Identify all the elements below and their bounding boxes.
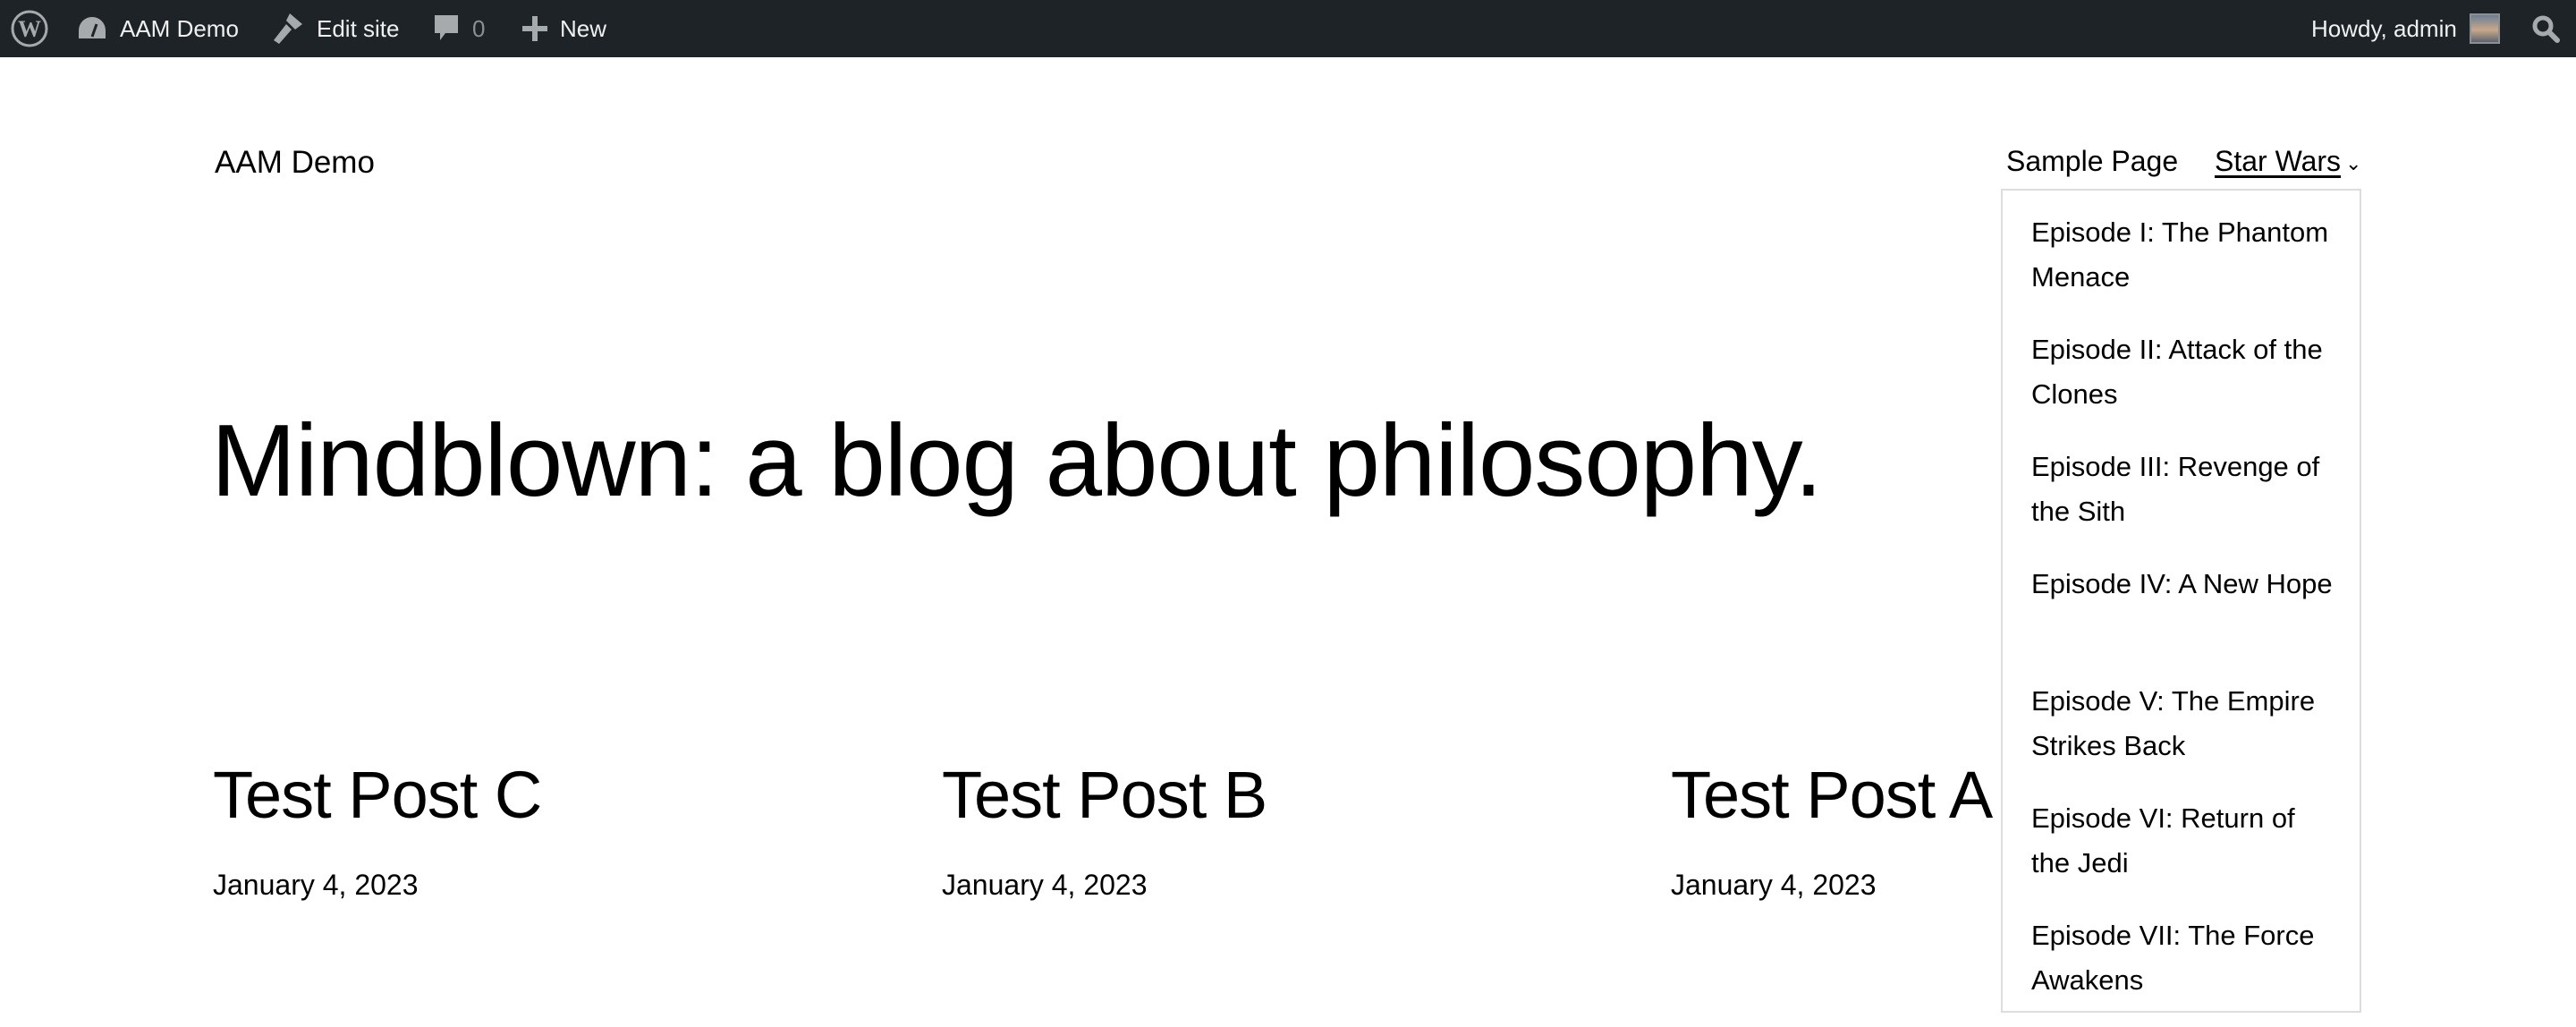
submenu-dropdown: Episode I: The Phantom Menace Episode II… [2001,189,2361,1013]
paintbrush-icon [274,13,302,44]
post-title[interactable]: Test Post B [942,757,1267,833]
nav-star-wars[interactable]: Star Wars [2215,145,2341,178]
post-card: Test Post B January 4, 2023 [942,757,1267,902]
howdy-text: Howdy, admin [2311,14,2457,42]
search-button[interactable] [2531,0,2560,57]
edit-site-label: Edit site [317,14,400,42]
chevron-down-icon[interactable]: ⌄ [2345,152,2361,175]
page-headline: Mindblown: a blog about philosophy. [211,404,1823,518]
plus-icon [522,16,547,41]
post-date: January 4, 2023 [942,869,1148,901]
submenu-item[interactable]: Episode II: Attack of the Clones [2031,324,2333,441]
new-label: New [560,14,607,42]
wordpress-logo-icon[interactable]: W [11,0,48,57]
nav-sample-page[interactable]: Sample Page [2006,145,2178,178]
post-date: January 4, 2023 [1671,869,1877,901]
submenu-item[interactable]: Episode V: The Empire Strikes Back [2031,675,2333,793]
comments-count: 0 [472,14,486,42]
post-card: Test Post C January 4, 2023 [213,757,542,902]
comment-icon [435,15,458,40]
post-title[interactable]: Test Post C [213,757,542,833]
post-title[interactable]: Test Post A [1671,757,1993,833]
new-content-link[interactable]: New [522,0,606,57]
submenu-item[interactable]: Episode I: The Phantom Menace [2031,207,2333,324]
svg-text:W: W [18,16,41,42]
site-title[interactable]: AAM Demo [215,145,375,181]
submenu-item[interactable]: Episode IV: A New Hope [2031,558,2333,675]
post-card: Test Post A January 4, 2023 [1671,757,1993,902]
dashboard-icon [79,17,106,38]
site-name: AAM Demo [120,14,239,42]
search-icon [2532,15,2560,43]
submenu-item[interactable]: Episode III: Revenge of the Sith [2031,441,2333,558]
my-account-link[interactable]: Howdy, admin [2311,0,2500,57]
submenu-item[interactable]: Episode VI: Return of the Jedi [2031,793,2333,910]
post-date: January 4, 2023 [213,869,419,901]
comments-link[interactable]: 0 [433,0,485,57]
edit-site-link[interactable]: Edit site [270,0,400,57]
site-name-link[interactable]: AAM Demo [77,0,239,57]
admin-bar: W AAM Demo Edit site 0 New Howdy, admin [0,0,2576,57]
submenu-item[interactable]: Episode VII: The Force Awakens [2031,910,2333,1027]
avatar [2469,13,2500,44]
